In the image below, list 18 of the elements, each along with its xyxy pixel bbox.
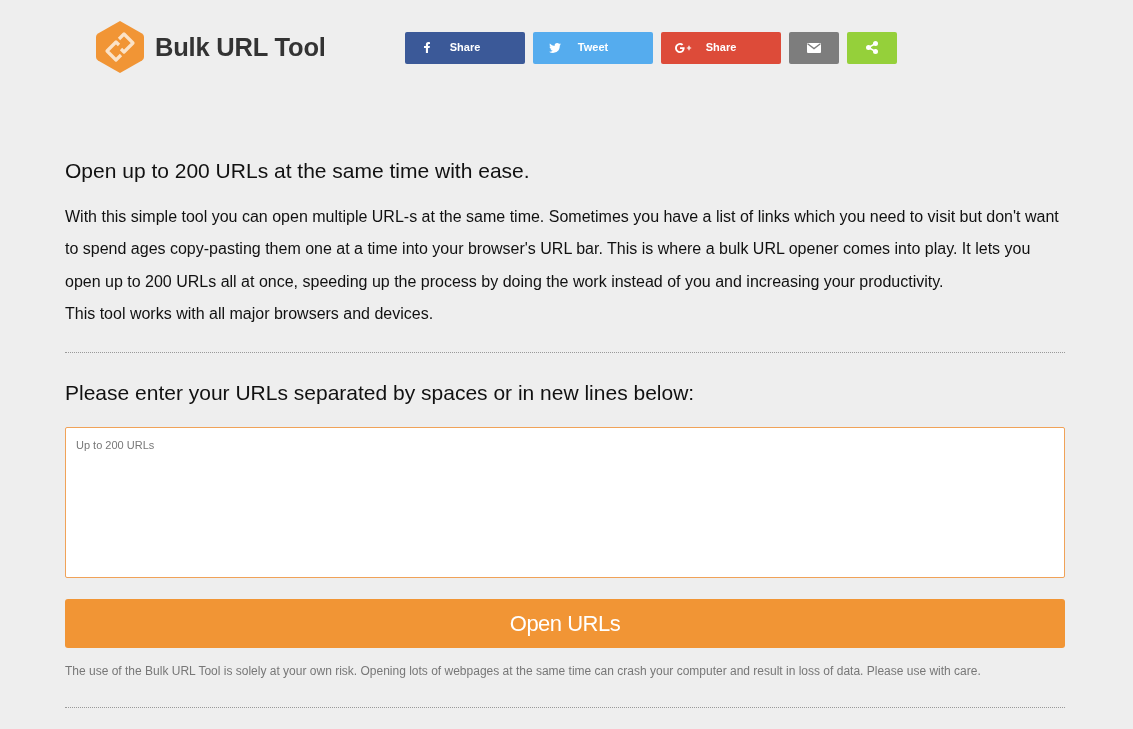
google-plus-share-button[interactable]: Share: [661, 31, 781, 64]
logo-text: Bulk URL Tool: [155, 31, 326, 63]
paragraph-text: This tool works with all major browsers and devices.: [65, 304, 435, 325]
logo-icon: [95, 20, 145, 74]
tweet-button[interactable]: Tweet: [533, 31, 653, 64]
open-urls-button[interactable]: Open URLs: [65, 598, 1065, 648]
disclaimer-text: The use of the Bulk URL Tool is solely at your own risk. Opening lots of webpages at the same time can crash your computer and result in loss of data. Please use with care.: [65, 662, 982, 679]
paragraph-text: With this simple tool you can open multiple URL-s at the same time. Sometimes you have a list of links which you need to visit but don't want to spend ages copy-pasting them one at a time into your browser's URL bar. This is where a bulk URL opener comes into play. It lets you open up to 200 URLs all at once, speeding up the process by doing the work instead of you and increasing your productivity.: [65, 207, 1060, 292]
urls-field[interactable]: Up to 200 URLs: [65, 426, 1065, 578]
email-share-button[interactable]: [789, 31, 839, 64]
google-plus-icon: [675, 42, 692, 53]
share-icon: [866, 41, 878, 54]
section-heading: Please enter your URLs separated by spaces or in new lines below:: [65, 379, 696, 406]
section-heading: Open up to 200 URLs at the same time with ease.: [65, 158, 531, 184]
facebook-icon: [424, 42, 430, 53]
mail-icon: [807, 42, 821, 53]
twitter-icon: [549, 42, 561, 53]
facebook-share-button[interactable]: Share: [405, 31, 525, 64]
